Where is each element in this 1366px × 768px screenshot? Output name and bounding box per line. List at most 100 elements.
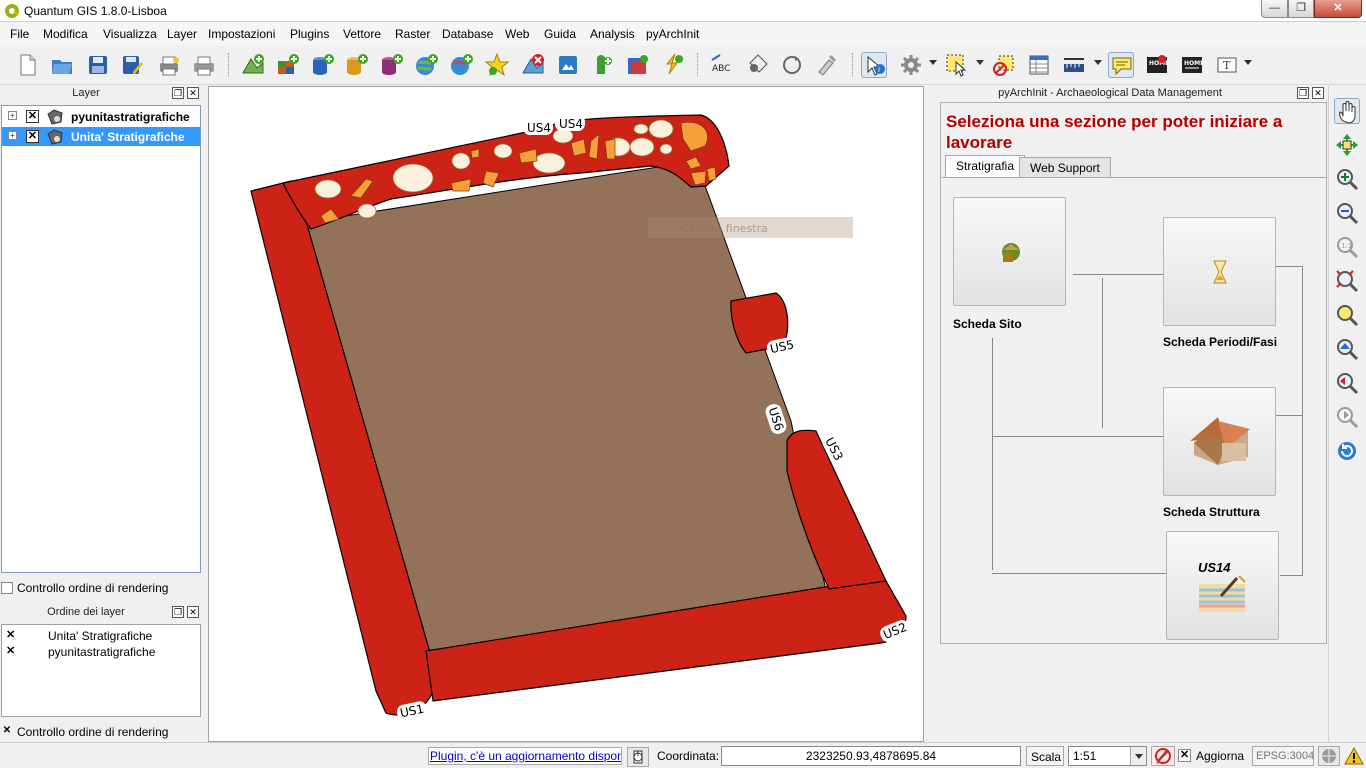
menu-modifica[interactable]: Modifica: [43, 27, 88, 41]
add-oracle-layer-icon[interactable]: [624, 52, 650, 78]
zoom-last-icon[interactable]: [1334, 370, 1360, 396]
new-project-icon[interactable]: [14, 52, 40, 78]
show-bookmarks-icon[interactable]: HOME: [1179, 52, 1205, 78]
run-feature-action-icon[interactable]: [898, 52, 924, 78]
layer-visibility-checkbox[interactable]: ✕: [6, 646, 18, 658]
menu-file[interactable]: File: [10, 27, 29, 41]
order-row[interactable]: ✕ Unita' Stratigrafiche: [6, 628, 196, 644]
render-order-control[interactable]: Controllo ordine di rendering: [1, 581, 201, 597]
zoom-full-icon[interactable]: [1334, 268, 1360, 294]
render-toggle[interactable]: ✕ Aggiorna: [1178, 746, 1248, 766]
close-panel-icon[interactable]: ✕: [187, 606, 199, 618]
add-spatialite-layer-icon[interactable]: [343, 52, 369, 78]
zoom-in-icon[interactable]: [1334, 166, 1360, 192]
menu-raster[interactable]: Raster: [395, 27, 430, 41]
dropdown-arrow-icon[interactable]: [929, 60, 937, 65]
scheda-us-button[interactable]: US14: [1166, 531, 1279, 640]
projection-button[interactable]: [1318, 746, 1340, 766]
zoom-to-selection-icon[interactable]: [1334, 302, 1360, 328]
add-raster-layer-icon[interactable]: [275, 52, 301, 78]
print-composer-icon[interactable]: [156, 52, 182, 78]
change-label-icon[interactable]: [814, 52, 840, 78]
new-bookmark-icon[interactable]: HOME: [1144, 52, 1170, 78]
order-row[interactable]: ✕ pyunitastratigrafiche: [6, 644, 196, 660]
mouse-coordinate-toggle[interactable]: [627, 747, 649, 767]
menu-impostazioni[interactable]: Impostazioni: [208, 27, 275, 41]
menu-pyarchinit[interactable]: pyArchInit: [646, 27, 699, 41]
maximize-button[interactable]: ❐: [1288, 0, 1314, 18]
scale-dropdown-button[interactable]: [1130, 747, 1146, 765]
pan-to-selection-icon[interactable]: [1334, 132, 1360, 158]
minimize-button[interactable]: —: [1261, 0, 1288, 18]
expand-icon[interactable]: +: [8, 131, 17, 140]
tab-web-support[interactable]: Web Support: [1019, 157, 1111, 177]
messages-button[interactable]: [1343, 746, 1365, 766]
add-mssql-layer-icon[interactable]: [378, 52, 404, 78]
crs-status[interactable]: EPSG:3004: [1252, 746, 1314, 766]
menu-web[interactable]: Web: [505, 27, 529, 41]
scheda-periodi-button[interactable]: [1163, 217, 1276, 326]
open-attribute-table-icon[interactable]: [1026, 52, 1052, 78]
print-icon[interactable]: [191, 52, 217, 78]
zoom-next-icon[interactable]: [1334, 404, 1360, 430]
identify-features-icon[interactable]: i: [861, 52, 887, 78]
menu-database[interactable]: Database: [442, 27, 493, 41]
layer-visibility-checkbox[interactable]: ✕: [26, 110, 39, 123]
add-wfs-layer-icon[interactable]: [659, 52, 685, 78]
menu-vettore[interactable]: Vettore: [343, 27, 381, 41]
layer-visibility-checkbox[interactable]: ✕: [6, 630, 18, 642]
menu-guida[interactable]: Guida: [544, 27, 576, 41]
render-checkbox[interactable]: ✕: [1178, 749, 1191, 762]
menu-analysis[interactable]: Analysis: [590, 27, 635, 41]
plugin-update-link[interactable]: Plugin, c'è un aggiornamento disponibile: [428, 747, 622, 765]
text-annotation-icon[interactable]: T: [1214, 52, 1240, 78]
zoom-actual-size-icon[interactable]: 1:1: [1334, 234, 1360, 260]
float-panel-icon[interactable]: ❐: [1297, 87, 1309, 99]
layer-visibility-checkbox[interactable]: ✕: [26, 130, 39, 143]
map-canvas[interactable]: US4 US4 US5 US6 US3 US2 US1 Cattura fine…: [208, 86, 924, 742]
add-delimited-text-icon[interactable]: [589, 52, 615, 78]
expand-icon[interactable]: +: [8, 111, 17, 120]
save-project-icon[interactable]: [85, 52, 111, 78]
float-panel-icon[interactable]: ❐: [172, 87, 184, 99]
new-spatialite-icon[interactable]: [555, 52, 581, 78]
new-shapefile-icon[interactable]: [484, 52, 510, 78]
layer-tree[interactable]: + ✕ pyunitastratigrafiche + ✕ Unita' Str…: [1, 105, 201, 573]
menu-layer[interactable]: Layer: [167, 27, 197, 41]
remove-layer-icon[interactable]: [520, 52, 546, 78]
add-postgis-layer-icon[interactable]: [309, 52, 335, 78]
add-vector-layer-icon[interactable]: [240, 52, 266, 78]
deselect-features-icon[interactable]: [991, 52, 1017, 78]
scheda-sito-button[interactable]: [953, 197, 1066, 306]
rotate-label-icon[interactable]: [779, 52, 805, 78]
scale-combo[interactable]: 1:51: [1068, 746, 1147, 766]
dropdown-arrow-icon[interactable]: [1094, 60, 1102, 65]
menu-plugins[interactable]: Plugins: [290, 27, 329, 41]
layer-row-unita-stratigrafiche[interactable]: + ✕ Unita' Stratigrafiche: [2, 127, 200, 146]
render-order-checkbox[interactable]: ✕: [1, 726, 13, 738]
save-as-icon[interactable]: [119, 52, 145, 78]
layer-order-list[interactable]: ✕ Unita' Stratigrafiche ✕ pyunitastratig…: [1, 624, 201, 717]
close-panel-icon[interactable]: ✕: [1312, 87, 1324, 99]
zoom-out-icon[interactable]: [1334, 200, 1360, 226]
render-order-checkbox[interactable]: [1, 582, 13, 594]
pin-labels-icon[interactable]: [744, 52, 770, 78]
render-order-control[interactable]: ✕ Controllo ordine di rendering: [1, 725, 201, 741]
dropdown-arrow-icon[interactable]: [976, 60, 984, 65]
close-button[interactable]: ✕: [1314, 0, 1362, 18]
zoom-to-layer-icon[interactable]: [1334, 336, 1360, 362]
add-wcs-layer-icon[interactable]: [448, 52, 474, 78]
refresh-icon[interactable]: [1334, 438, 1360, 464]
spell-check-label-icon[interactable]: ABC: [709, 52, 735, 78]
stop-render-button[interactable]: [1151, 746, 1175, 766]
select-features-icon[interactable]: [944, 52, 970, 78]
layer-row-pyunitastratigrafiche[interactable]: + ✕ pyunitastratigrafiche: [2, 107, 200, 126]
scheda-struttura-button[interactable]: [1163, 387, 1276, 496]
coordinate-field[interactable]: 2323250.93,4878695.84: [721, 746, 1021, 766]
map-tips-icon[interactable]: [1108, 52, 1134, 78]
close-panel-icon[interactable]: ✕: [187, 87, 199, 99]
menu-visualizza[interactable]: Visualizza: [103, 27, 157, 41]
pan-icon[interactable]: [1334, 98, 1360, 124]
add-wms-layer-icon[interactable]: [413, 52, 439, 78]
dropdown-arrow-icon[interactable]: [1244, 60, 1252, 65]
